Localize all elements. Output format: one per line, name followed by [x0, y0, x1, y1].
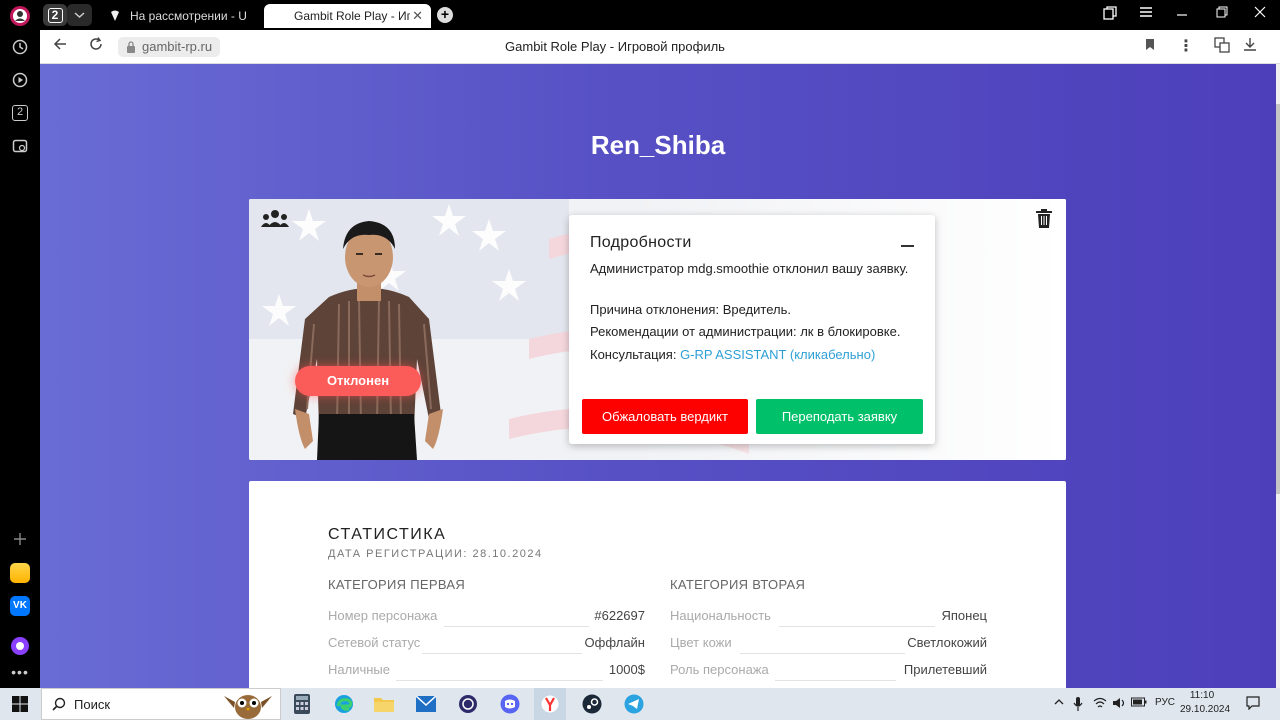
- details-popup: Подробности Администратор mdg.smoothie о…: [569, 215, 935, 444]
- browser-sidebar: 2 VK •••: [0, 0, 40, 688]
- stat-label: Цвет кожи: [670, 635, 732, 650]
- statistics-card: СТАТИСТИКА ДАТА РЕГИСТРАЦИИ: 28.10.2024 …: [249, 481, 1066, 688]
- stat-label: Роль персонажа: [670, 662, 769, 677]
- microphone-icon[interactable]: [1073, 697, 1083, 714]
- stat-row: Номер персонажа #622697: [328, 608, 645, 627]
- profile-page: Ren_Shiba Отклонен Подробности Администр…: [40, 64, 1276, 688]
- stat-value: 1000$: [608, 662, 645, 677]
- page-scrollbar[interactable]: [1276, 64, 1280, 688]
- close-window-icon[interactable]: [1250, 6, 1270, 21]
- discord-icon[interactable]: [496, 688, 524, 720]
- taskbar-clock[interactable]: 11:10 29.10.2024: [1180, 689, 1230, 717]
- details-title: Подробности: [590, 234, 692, 251]
- stat-label: Сетевой статус: [328, 635, 421, 650]
- add-panel-icon[interactable]: [8, 527, 32, 551]
- tab-count-button[interactable]: 2: [43, 4, 67, 26]
- stat-label: Национальность: [670, 608, 771, 623]
- menu-icon[interactable]: [1136, 6, 1156, 21]
- mail-icon[interactable]: [412, 688, 440, 720]
- file-explorer-icon[interactable]: [370, 688, 398, 720]
- tab-bar: 2 На рассмотрении - UCP r Gambit Role Pl…: [40, 0, 1280, 30]
- registration-date: ДАТА РЕГИСТРАЦИИ: 28.10.2024: [328, 548, 543, 560]
- page-menu-icon[interactable]: ⋮: [1176, 37, 1196, 57]
- character-avatar: [293, 221, 443, 460]
- category-second-title: КАТЕГОРИЯ ВТОРАЯ: [670, 577, 806, 592]
- stat-value: Оффлайн: [584, 635, 645, 650]
- steam-icon[interactable]: [578, 688, 606, 720]
- address-bar: gambit-rp.ru Gambit Role Play - Игровой …: [40, 30, 1280, 64]
- stat-label: Наличные: [328, 662, 390, 677]
- yandex-browser-icon[interactable]: [534, 688, 566, 720]
- tray-chevron-icon[interactable]: [1054, 697, 1064, 710]
- application-status-badge: Отклонен: [295, 366, 421, 396]
- windows-start-icon[interactable]: [0, 688, 40, 720]
- resubmit-application-button[interactable]: Переподать заявку: [756, 399, 923, 434]
- tab-ucp[interactable]: На рассмотрении - UCP r: [100, 4, 257, 28]
- language-indicator[interactable]: РУС: [1155, 697, 1175, 708]
- stat-row: Национальность Японец: [670, 608, 987, 627]
- trash-icon[interactable]: [1036, 209, 1052, 228]
- category-first-title: КАТЕГОРИЯ ПЕРВАЯ: [328, 577, 466, 592]
- tab-manager-icon[interactable]: [1100, 6, 1120, 23]
- stat-value: Японец: [941, 608, 987, 623]
- calculator-icon[interactable]: [288, 688, 316, 720]
- stat-row: Роль персонажа Прилетевший: [670, 662, 987, 681]
- tab-list-chevron-icon[interactable]: [67, 4, 92, 26]
- stat-label: Номер персонажа: [328, 608, 438, 623]
- history-icon[interactable]: [8, 35, 32, 59]
- volume-icon[interactable]: [1112, 697, 1126, 712]
- new-tab-button[interactable]: +: [437, 7, 453, 23]
- windows-taskbar: Поиск РУС 11:10 29.10.2024: [0, 688, 1280, 720]
- stat-value: Прилетевший: [903, 662, 987, 677]
- vk-icon[interactable]: VK: [8, 594, 32, 618]
- minimize-window-icon[interactable]: [1172, 6, 1192, 21]
- battery-icon[interactable]: [1131, 697, 1147, 710]
- stat-row: Сетевой статус Оффлайн: [328, 635, 645, 654]
- play-icon[interactable]: [8, 68, 32, 92]
- tor-app-icon[interactable]: [454, 688, 482, 720]
- details-consultation-text: Консультация: G-RP ASSISTANT (кликабельн…: [590, 347, 876, 362]
- stat-value: #622697: [594, 608, 645, 623]
- details-recommendation-text: Рекомендации от администрации: лк в блок…: [590, 324, 901, 339]
- details-reason-text: Причина отклонения: Вредитель.: [590, 302, 791, 317]
- edge-browser-icon[interactable]: [330, 688, 358, 720]
- appeal-verdict-button[interactable]: Обжаловать вердикт: [582, 399, 748, 434]
- wifi-icon[interactable]: [1093, 697, 1107, 712]
- notes-app-icon[interactable]: [8, 561, 32, 585]
- profile-avatar-icon[interactable]: [8, 4, 32, 28]
- stat-row: Цвет кожи Светлокожий: [670, 635, 987, 654]
- restore-window-icon[interactable]: [1212, 6, 1232, 21]
- player-nickname: Ren_Shiba: [590, 130, 726, 160]
- minimize-details-icon[interactable]: [901, 245, 914, 247]
- assistant-link[interactable]: G-RP ASSISTANT (кликабельно): [680, 347, 875, 362]
- tab-profile[interactable]: Gambit Role Play - Игрово ✕: [264, 4, 431, 28]
- scrollbar-thumb[interactable]: [1276, 104, 1280, 494]
- search-icon: [52, 697, 66, 711]
- more-icon[interactable]: •••: [8, 660, 32, 684]
- sidebar-counter-icon[interactable]: 2: [8, 101, 32, 125]
- site-favicon-icon: [111, 10, 119, 21]
- statistics-title: СТАТИСТИКА: [328, 526, 447, 543]
- downloads-icon[interactable]: [1240, 37, 1260, 57]
- stat-value: Светлокожий: [907, 635, 987, 650]
- translate-icon[interactable]: [1212, 37, 1232, 57]
- page-title-bar: Gambit Role Play - Игровой профиль: [505, 39, 725, 54]
- screenshot-icon[interactable]: [8, 134, 32, 158]
- details-admin-text: Администратор mdg.smoothie отклонил вашу…: [590, 261, 909, 276]
- stat-row: Наличные 1000$: [328, 662, 645, 681]
- taskbar-search[interactable]: Поиск: [41, 688, 281, 720]
- telegram-icon[interactable]: [620, 688, 648, 720]
- tab-close-icon[interactable]: ✕: [412, 8, 423, 24]
- alice-assistant-icon[interactable]: [8, 634, 32, 658]
- bookmark-icon[interactable]: [1140, 37, 1160, 57]
- notifications-icon[interactable]: [1246, 696, 1260, 713]
- owl-widget-icon: [224, 695, 272, 719]
